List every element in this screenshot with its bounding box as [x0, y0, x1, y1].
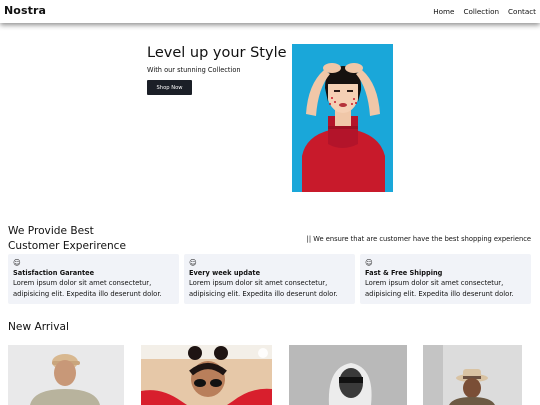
- feature-text-line: adipisicing elit. Expedita illo deserunt…: [189, 289, 338, 298]
- feature-text: Lorem ipsum dolor sit amet consectetur, …: [189, 278, 350, 299]
- feature-card-satisfaction: ☺ Satisfaction Garantee Lorem ipsum dolo…: [8, 254, 179, 304]
- feature-card-weekly-update: ☺ Every week update Lorem ipsum dolor si…: [184, 254, 355, 304]
- feature-text: Lorem ipsum dolor sit amet consectetur, …: [13, 278, 174, 299]
- feature-text-line: Lorem ipsum dolor sit amet consectetur,: [189, 279, 328, 287]
- product-card[interactable]: [8, 345, 124, 405]
- feature-text-line: Lorem ipsum dolor sit amet consectetur,: [365, 279, 504, 287]
- feature-text-line: adipisicing elit. Expedita illo deserunt…: [365, 289, 514, 298]
- smiley-icon: ☺: [13, 258, 21, 267]
- navbar: Nostra Home Collection Contact: [0, 0, 540, 23]
- product-card[interactable]: [141, 345, 272, 405]
- hero-photo: [292, 44, 393, 192]
- hero-title: Level up your Style: [147, 45, 287, 61]
- provide-note: || We ensure that are customer have the …: [306, 235, 531, 243]
- feature-text-line: Lorem ipsum dolor sit amet consectetur,: [13, 279, 152, 287]
- feature-text: Lorem ipsum dolor sit amet consectetur, …: [365, 278, 526, 299]
- nav-link-home[interactable]: Home: [433, 7, 454, 16]
- logo[interactable]: Nostra: [4, 4, 46, 17]
- nav-link-collection[interactable]: Collection: [463, 7, 499, 16]
- nav-links: Home Collection Contact: [433, 7, 536, 16]
- product-card[interactable]: [423, 345, 522, 405]
- new-arrival-title: New Arrival: [8, 321, 69, 333]
- smiley-icon: ☺: [189, 258, 197, 267]
- feature-title: Fast & Free Shipping: [365, 269, 443, 277]
- hero-subtitle: With our stunning Collection: [147, 66, 241, 74]
- product-card[interactable]: [289, 345, 407, 405]
- smiley-icon: ☺: [365, 258, 373, 267]
- provide-title-line2: Customer Experirence: [8, 240, 127, 252]
- provide-title-line1: We Provide Best: [8, 225, 94, 237]
- feature-card-shipping: ☺ Fast & Free Shipping Lorem ipsum dolor…: [360, 254, 531, 304]
- feature-title: Satisfaction Garantee: [13, 269, 95, 277]
- feature-text-line: adipisicing elit. Expedita illo deserunt…: [13, 289, 162, 298]
- provide-title: We Provide Best Customer Experirence: [8, 224, 126, 254]
- feature-title: Every week update: [189, 269, 261, 277]
- shop-now-button[interactable]: Shop Now: [147, 80, 192, 95]
- nav-link-contact[interactable]: Contact: [508, 7, 536, 16]
